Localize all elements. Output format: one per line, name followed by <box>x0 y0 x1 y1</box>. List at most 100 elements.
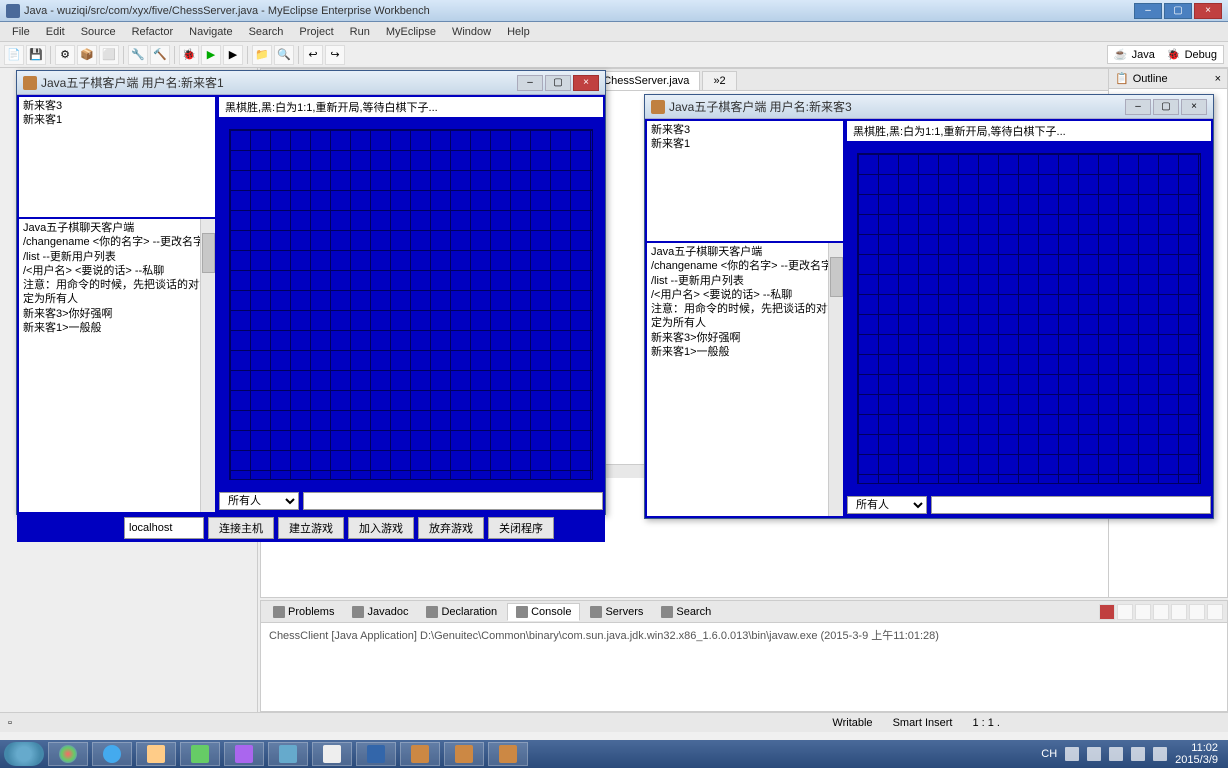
taskbar-word[interactable] <box>356 742 396 766</box>
close-button[interactable]: × <box>1194 3 1222 19</box>
toolbar-btn[interactable]: 📁 <box>252 45 272 65</box>
tray-icon[interactable] <box>1087 747 1101 761</box>
console-btn[interactable] <box>1135 604 1151 620</box>
chess1-create-button[interactable]: 建立游戏 <box>278 517 344 539</box>
toolbar-btn[interactable]: ⬜ <box>99 45 119 65</box>
ime-indicator[interactable]: CH <box>1041 748 1057 760</box>
chess2-titlebar[interactable]: Java五子棋客户端 用户名:新来客3 – ▢ × <box>645 95 1213 119</box>
status-writable: Writable <box>832 717 872 729</box>
console-btn[interactable] <box>1189 604 1205 620</box>
toolbar-save-icon[interactable]: 💾 <box>26 45 46 65</box>
taskbar-item[interactable] <box>312 742 352 766</box>
toolbar-btn[interactable]: ▶ <box>223 45 243 65</box>
toolbar-btn[interactable]: ↪ <box>325 45 345 65</box>
chess2-chat-input[interactable] <box>931 496 1211 514</box>
taskbar-item[interactable] <box>268 742 308 766</box>
word-icon <box>367 745 385 763</box>
menu-source[interactable]: Source <box>73 24 124 40</box>
console-terminate-icon[interactable] <box>1099 604 1115 620</box>
toolbar-new-icon[interactable]: 📄 <box>4 45 24 65</box>
taskbar-item[interactable] <box>224 742 264 766</box>
status-insert: Smart Insert <box>893 717 953 729</box>
chess1-titlebar[interactable]: Java五子棋客户端 用户名:新来客1 – ▢ × <box>17 71 605 95</box>
toolbar-btn[interactable]: 🔧 <box>128 45 148 65</box>
taskbar-item[interactable] <box>180 742 220 766</box>
tray-icon[interactable] <box>1065 747 1079 761</box>
console-output[interactable]: ChessClient [Java Application] D:\Genuit… <box>261 623 1227 647</box>
tab-problems[interactable]: Problems <box>265 604 342 620</box>
chess1-host-input[interactable] <box>124 517 204 539</box>
chess1-board[interactable] <box>219 119 603 490</box>
chess2-chat-scrollbar[interactable] <box>828 243 843 516</box>
menu-refactor[interactable]: Refactor <box>124 24 182 40</box>
tab-more[interactable]: »2 <box>702 71 736 90</box>
chess2-chatlog[interactable]: Java五子棋聊天客户端 /changename <你的名字> --更改名字 /… <box>647 243 843 516</box>
toolbar-btn[interactable]: ⚙ <box>55 45 75 65</box>
menu-project[interactable]: Project <box>291 24 341 40</box>
menu-help[interactable]: Help <box>499 24 538 40</box>
menu-search[interactable]: Search <box>241 24 292 40</box>
menu-myeclipse[interactable]: MyEclipse <box>378 24 444 40</box>
taskbar-java-app[interactable] <box>444 742 484 766</box>
toolbar-debug-icon[interactable]: 🐞 <box>179 45 199 65</box>
chess2-board[interactable] <box>847 143 1211 494</box>
taskbar-java-app[interactable] <box>488 742 528 766</box>
taskbar-chrome[interactable] <box>48 742 88 766</box>
debug-perspective-icon: 🐞 <box>1167 48 1181 61</box>
chess1-join-button[interactable]: 加入游戏 <box>348 517 414 539</box>
perspective-switcher[interactable]: ☕ Java 🐞 Debug <box>1107 45 1224 64</box>
taskbar: CH 11:02 2015/3/9 <box>0 740 1228 768</box>
toolbar-btn[interactable]: 📦 <box>77 45 97 65</box>
toolbar-btn[interactable]: ↩ <box>303 45 323 65</box>
tray-icon[interactable] <box>1109 747 1123 761</box>
menu-edit[interactable]: Edit <box>38 24 73 40</box>
menu-file[interactable]: File <box>4 24 38 40</box>
chess1-userlist[interactable]: 新来客3 新来客1 <box>19 97 215 217</box>
tab-servers[interactable]: Servers <box>582 604 651 620</box>
tray-icon[interactable] <box>1131 747 1145 761</box>
menu-window[interactable]: Window <box>444 24 499 40</box>
chess1-minimize-button[interactable]: – <box>517 75 543 91</box>
tab-console[interactable]: Console <box>507 603 580 621</box>
console-btn[interactable] <box>1207 604 1223 620</box>
menu-navigate[interactable]: Navigate <box>181 24 240 40</box>
minimize-button[interactable]: – <box>1134 3 1162 19</box>
ide-titlebar: Java - wuziqi/src/com/xyx/five/ChessServ… <box>0 0 1228 22</box>
toolbar-btn[interactable]: 🔨 <box>150 45 170 65</box>
tray-icon[interactable] <box>1153 747 1167 761</box>
chess1-close-button[interactable]: × <box>573 75 599 91</box>
chess1-chat-input[interactable] <box>303 492 603 510</box>
chess2-minimize-button[interactable]: – <box>1125 99 1151 115</box>
chess2-maximize-button[interactable]: ▢ <box>1153 99 1179 115</box>
maximize-button[interactable]: ▢ <box>1164 3 1192 19</box>
menubar: File Edit Source Refactor Navigate Searc… <box>0 22 1228 42</box>
chess-client-window-2: Java五子棋客户端 用户名:新来客3 – ▢ × 新来客3 新来客1 Java… <box>644 94 1214 519</box>
start-button[interactable] <box>4 742 44 766</box>
declaration-icon <box>426 606 438 618</box>
statusbar: ▫ Writable Smart Insert 1 : 1 . <box>0 712 1228 732</box>
chess2-recipient-select[interactable]: 所有人 <box>847 496 927 514</box>
menu-run[interactable]: Run <box>342 24 378 40</box>
console-btn[interactable] <box>1117 604 1133 620</box>
console-btn[interactable] <box>1153 604 1169 620</box>
tab-javadoc[interactable]: Javadoc <box>344 604 416 620</box>
console-btn[interactable] <box>1171 604 1187 620</box>
chess1-recipient-select[interactable]: 所有人 <box>219 492 299 510</box>
chess1-connect-button[interactable]: 连接主机 <box>208 517 274 539</box>
toolbar-btn[interactable]: 🔍 <box>274 45 294 65</box>
chess1-chatlog[interactable]: Java五子棋聊天客户端 /changename <你的名字> --更改名字 /… <box>19 219 215 512</box>
toolbar-run-icon[interactable]: ▶ <box>201 45 221 65</box>
chess2-userlist[interactable]: 新来客3 新来客1 <box>647 121 843 241</box>
chess1-maximize-button[interactable]: ▢ <box>545 75 571 91</box>
taskbar-explorer[interactable] <box>136 742 176 766</box>
chess1-close-button[interactable]: 关闭程序 <box>488 517 554 539</box>
tab-declaration[interactable]: Declaration <box>418 604 505 620</box>
chess1-chat-scrollbar[interactable] <box>200 219 215 512</box>
chess1-abandon-button[interactable]: 放弃游戏 <box>418 517 484 539</box>
chess2-close-button[interactable]: × <box>1181 99 1207 115</box>
outline-close-icon[interactable]: × <box>1215 73 1221 85</box>
taskbar-clock[interactable]: 11:02 2015/3/9 <box>1175 742 1218 766</box>
taskbar-java-app[interactable] <box>400 742 440 766</box>
taskbar-ie[interactable] <box>92 742 132 766</box>
tab-search[interactable]: Search <box>653 604 719 620</box>
